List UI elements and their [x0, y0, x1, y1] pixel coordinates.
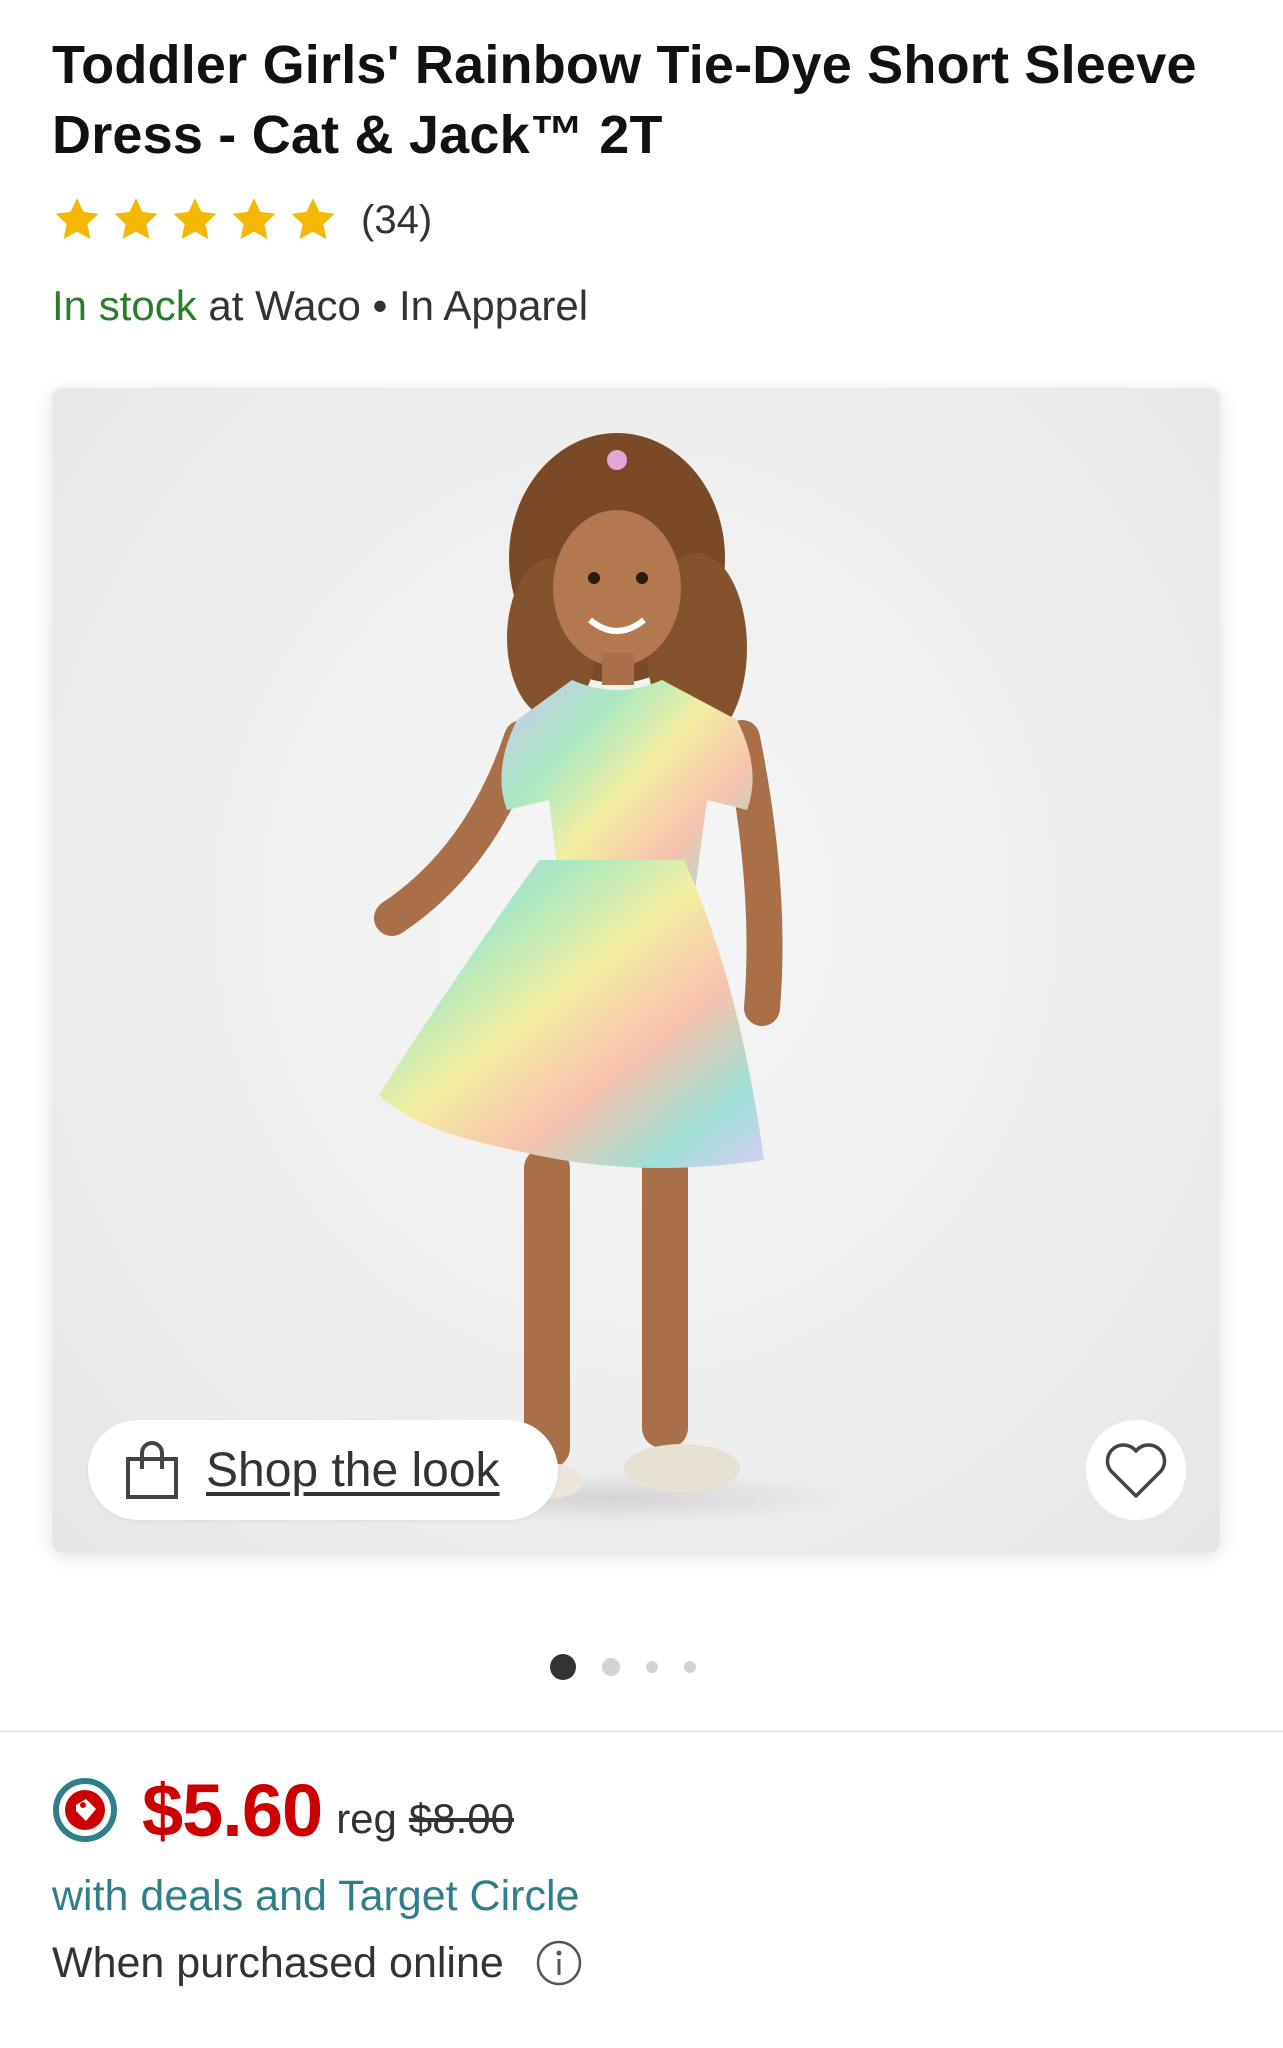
target-circle-icon	[53, 1778, 117, 1842]
carousel-pagination[interactable]	[550, 1652, 722, 1682]
star-icon	[111, 195, 161, 245]
shop-the-look-label: Shop the look	[206, 1443, 500, 1497]
pagination-dot[interactable]	[602, 1658, 620, 1676]
purchase-note: When purchased online	[52, 1938, 504, 1987]
sale-price: $5.60	[142, 1768, 323, 1852]
star-icon	[288, 195, 338, 245]
department: In Apparel	[398, 282, 589, 329]
deals-link[interactable]: with deals and Target Circle	[52, 1872, 579, 1921]
review-count[interactable]: (34)	[361, 198, 432, 243]
pagination-dot[interactable]	[646, 1661, 658, 1673]
price-row: $5.60 reg $8.00	[52, 1768, 514, 1852]
product-title: Toddler Girls' Rainbow Tie-Dye Short Sle…	[52, 35, 1197, 165]
shopping-bag-icon	[126, 1441, 178, 1499]
star-icon	[52, 195, 102, 245]
info-icon[interactable]	[534, 1938, 584, 1988]
product-image	[372, 433, 852, 1524]
star-icon	[229, 195, 279, 245]
pagination-dot-active[interactable]	[550, 1654, 576, 1680]
section-divider	[0, 1731, 1283, 1732]
shop-the-look-button[interactable]: Shop the look	[88, 1420, 558, 1520]
regular-price-label: reg	[336, 1795, 397, 1842]
heart-outline-icon	[1105, 1443, 1167, 1498]
separator-dot: •	[372, 282, 388, 329]
regular-price: $8.00	[408, 1795, 514, 1842]
rating-row[interactable]: (34)	[52, 190, 432, 250]
star-icon	[170, 195, 220, 245]
product-image-card[interactable]: Shop the look	[52, 388, 1220, 1552]
store-location[interactable]: at Waco	[208, 282, 361, 329]
stock-status: In stock	[52, 282, 197, 329]
purchase-note-row: When purchased online	[52, 1938, 584, 1988]
favorite-button[interactable]	[1086, 1420, 1186, 1520]
pagination-dot[interactable]	[684, 1661, 696, 1673]
availability-line: In stock at Waco • In Apparel	[52, 282, 588, 330]
